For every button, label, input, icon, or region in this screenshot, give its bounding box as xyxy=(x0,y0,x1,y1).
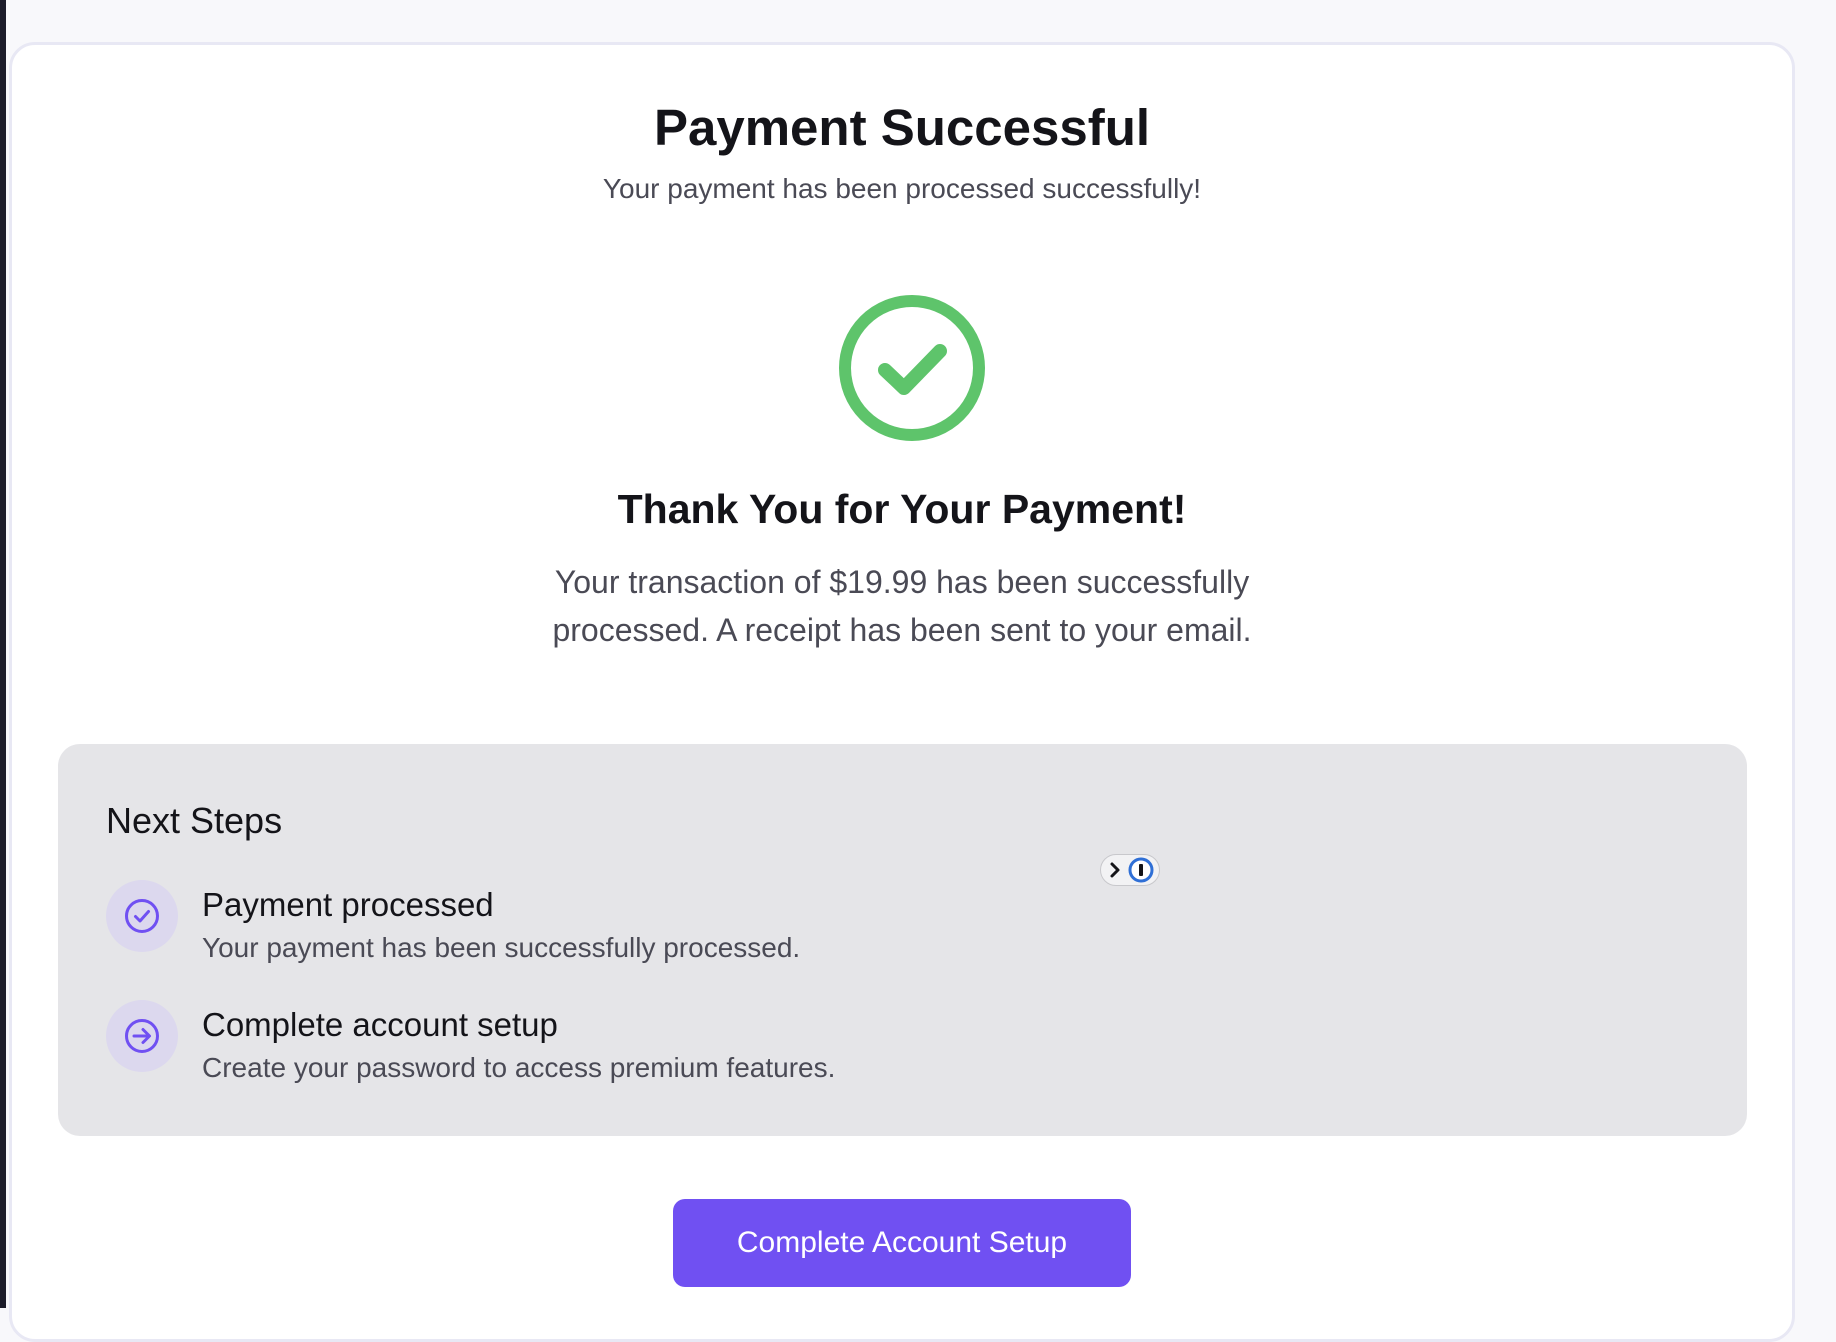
page-subtitle: Your payment has been processed successf… xyxy=(602,173,1202,205)
step-title: Payment processed xyxy=(202,886,494,923)
payment-success-card: Payment Successful Your payment has been… xyxy=(9,42,1795,1342)
password-manager-badge[interactable] xyxy=(1100,854,1160,886)
page-title: Payment Successful xyxy=(653,99,1151,156)
next-steps-title: Next Steps xyxy=(106,800,283,841)
complete-account-setup-button[interactable]: Complete Account Setup xyxy=(673,1199,1131,1287)
check-circle-icon xyxy=(839,295,985,441)
arrow-right-circle-icon xyxy=(125,1019,159,1053)
password-manager-icon xyxy=(1110,857,1154,883)
window-edge xyxy=(0,0,6,1308)
next-step-item: Complete account setup Create your passw… xyxy=(106,1000,1106,1090)
confirmation-block: Thank You for Your Payment! Your transac… xyxy=(12,485,1792,654)
step-icon-container xyxy=(106,880,178,952)
confirmation-title: Thank You for Your Payment! xyxy=(617,486,1187,532)
next-steps-panel: Next Steps Payment processed Your paymen… xyxy=(58,744,1747,1136)
step-description: Create your password to access premium f… xyxy=(202,1052,836,1083)
page-header: Payment Successful Your payment has been… xyxy=(12,97,1792,206)
step-icon-container xyxy=(106,1000,178,1072)
check-circle-icon xyxy=(125,899,159,933)
next-step-item: Payment processed Your payment has been … xyxy=(106,880,1106,970)
step-title: Complete account setup xyxy=(202,1006,558,1043)
confirmation-message: Your transaction of $19.99 has been succ… xyxy=(552,564,1252,649)
step-description: Your payment has been successfully proce… xyxy=(202,932,801,963)
